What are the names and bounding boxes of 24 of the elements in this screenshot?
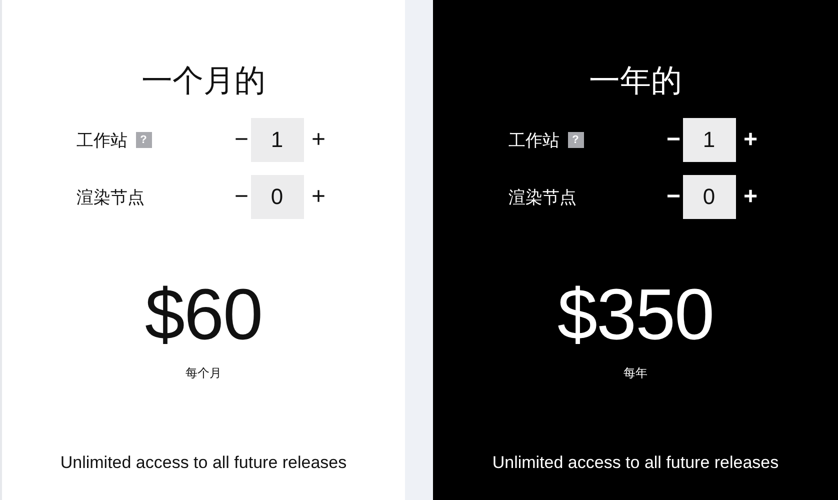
increment-button[interactable]: + (306, 183, 330, 211)
row-label: 工作站 (508, 130, 560, 152)
decrement-button[interactable]: − (662, 183, 686, 211)
quantity-field[interactable]: 1 (682, 118, 736, 162)
increment-button[interactable]: + (738, 126, 762, 154)
price: $350 (557, 274, 714, 357)
plan-title: 一年的 (589, 62, 682, 100)
price-period: 每年 (624, 365, 648, 382)
row-label: 工作站 (76, 130, 128, 152)
price-period: 每个月 (186, 365, 222, 382)
plan-title: 一个月的 (142, 62, 266, 100)
increment-button[interactable]: + (306, 126, 330, 154)
quantity-field[interactable]: 0 (250, 175, 304, 219)
decrement-button[interactable]: − (230, 126, 254, 154)
increment-button[interactable]: + (738, 183, 762, 211)
price: $60 (144, 274, 262, 357)
quantity-field[interactable]: 1 (250, 118, 304, 162)
row-label: 渲染节点 (508, 186, 576, 208)
decrement-button[interactable]: − (230, 183, 254, 211)
row-label: 渲染节点 (76, 186, 144, 208)
plan-note: Unlimited access to all future releases (60, 453, 347, 473)
plan-note: Unlimited access to all future releases (492, 453, 779, 473)
quantity-field[interactable]: 0 (682, 175, 736, 219)
decrement-button[interactable]: − (662, 126, 686, 154)
